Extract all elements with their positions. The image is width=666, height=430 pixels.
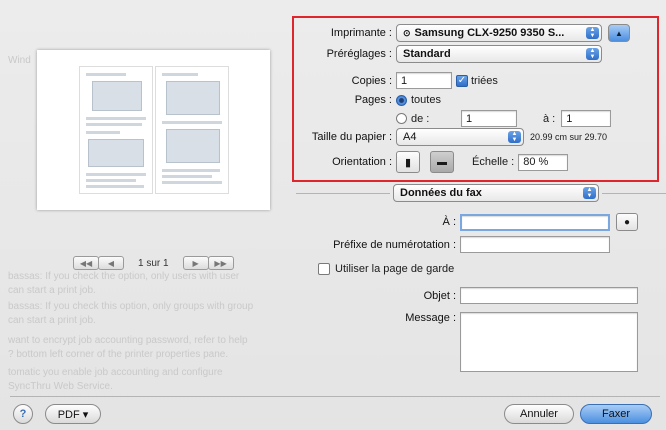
paper-dimensions: 20.99 cm sur 29.70	[530, 132, 608, 142]
fax-to-label: À :	[442, 216, 456, 228]
last-page-button[interactable]: ▶▶	[207, 256, 234, 270]
background-text: Wind	[8, 55, 31, 66]
background-text: can start a print job.	[8, 285, 96, 296]
chevron-updown-icon: ▲ ▼	[508, 131, 521, 143]
address-book-button[interactable]: ●	[616, 213, 638, 231]
subject-input[interactable]	[460, 287, 638, 304]
disclosure-up-icon: ▲	[615, 28, 623, 38]
paper-size-select[interactable]: A4 ▲ ▼	[396, 128, 524, 146]
fax-label: Faxer	[601, 408, 631, 420]
fax-to-input[interactable]	[460, 213, 610, 231]
background-text: SyncThru Web Service.	[8, 381, 113, 392]
expand-details-button[interactable]: ▲	[608, 24, 630, 42]
separator	[602, 193, 666, 194]
landscape-button[interactable]: ▬	[430, 151, 454, 173]
next-page-button[interactable]: ▶	[182, 256, 209, 270]
pages-label: Pages :	[354, 94, 392, 106]
printer-label: Imprimante :	[330, 27, 392, 39]
fax-button[interactable]: Faxer	[580, 404, 652, 424]
scale-input[interactable]: 80 %	[518, 153, 569, 171]
pdf-menu-button[interactable]: PDF ▾	[45, 404, 101, 424]
copies-input[interactable]: 1	[396, 72, 452, 89]
collate-checkbox[interactable]: ✓	[456, 74, 468, 87]
print-preview	[37, 50, 270, 210]
checkmark-icon: ✓	[457, 75, 467, 86]
preview-pager: ◀◀ ◀ 1 sur 1 ▶ ▶▶	[73, 256, 234, 270]
collate-label: triées	[471, 74, 498, 87]
portrait-icon: ▮	[404, 156, 412, 169]
pages-to-label: à :	[543, 112, 556, 125]
preview-page-right	[155, 66, 229, 194]
pages-all-label: toutes	[411, 94, 441, 106]
help-icon: ?	[19, 408, 27, 420]
scale-label: Échelle :	[472, 156, 515, 168]
previous-page-button[interactable]: ◀	[98, 256, 124, 270]
pages-to-input[interactable]: 1	[561, 110, 612, 127]
background-text: bassas: If you check the option, only us…	[8, 271, 240, 282]
presets-label: Préréglages :	[326, 48, 392, 60]
dial-prefix-input[interactable]	[460, 236, 610, 253]
presets-select[interactable]: Standard ▲ ▼	[396, 45, 602, 63]
print-dialog: Wind bassas: If you check the option, on…	[0, 0, 666, 430]
background-text: bassas: If you check this option, only g…	[8, 301, 254, 312]
pages-from-input[interactable]: 1	[461, 110, 517, 127]
section-select[interactable]: Données du fax ▲ ▼	[393, 184, 599, 202]
section-value: Données du fax	[400, 187, 482, 199]
copies-label: Copies :	[351, 74, 392, 87]
pages-from-label: de :	[411, 112, 430, 125]
paper-size-value: A4	[403, 131, 417, 143]
message-label: Message :	[405, 312, 456, 324]
cover-page-checkbox[interactable]	[318, 263, 330, 275]
background-text: ? bottom left corner of the printer prop…	[8, 349, 229, 360]
chevron-updown-icon: ▲ ▼	[583, 187, 596, 199]
page-indicator: 1 sur 1	[138, 257, 169, 269]
printer-value: Samsung CLX-9250 9350 S...	[414, 27, 565, 39]
cover-page-label: Utiliser la page de garde	[335, 263, 455, 275]
footer-separator	[10, 396, 660, 397]
presets-value: Standard	[403, 48, 451, 60]
cancel-label: Annuler	[520, 408, 558, 420]
chevron-updown-icon: ▲ ▼	[586, 48, 599, 60]
background-text: tomatic you enable job accounting and co…	[8, 367, 223, 378]
pages-all-radio[interactable]	[396, 94, 407, 106]
orientation-label: Orientation :	[332, 156, 392, 168]
help-button[interactable]: ?	[13, 404, 33, 424]
message-textarea[interactable]	[460, 312, 638, 372]
portrait-button[interactable]: ▮	[396, 151, 420, 173]
separator	[296, 193, 390, 194]
background-text: want to encrypt job accounting password,…	[8, 335, 248, 346]
subject-label: Objet :	[423, 289, 456, 302]
printer-select[interactable]: ⊙ Samsung CLX-9250 9350 S... ▲ ▼	[396, 24, 602, 42]
person-icon: ●	[623, 216, 631, 228]
cancel-button[interactable]: Annuler	[504, 404, 574, 424]
printer-status-icon: ⊙	[403, 27, 411, 38]
pdf-label: PDF ▾	[57, 408, 89, 421]
landscape-icon: ▬	[437, 156, 447, 168]
first-page-button[interactable]: ◀◀	[73, 256, 99, 270]
chevron-updown-icon: ▲ ▼	[586, 27, 599, 39]
dial-prefix-label: Préfixe de numérotation :	[333, 238, 456, 251]
paper-size-label: Taille du papier :	[311, 131, 392, 143]
pages-range-radio[interactable]	[396, 113, 407, 124]
preview-page-left	[79, 66, 153, 194]
background-text: can start a print job.	[8, 315, 96, 326]
